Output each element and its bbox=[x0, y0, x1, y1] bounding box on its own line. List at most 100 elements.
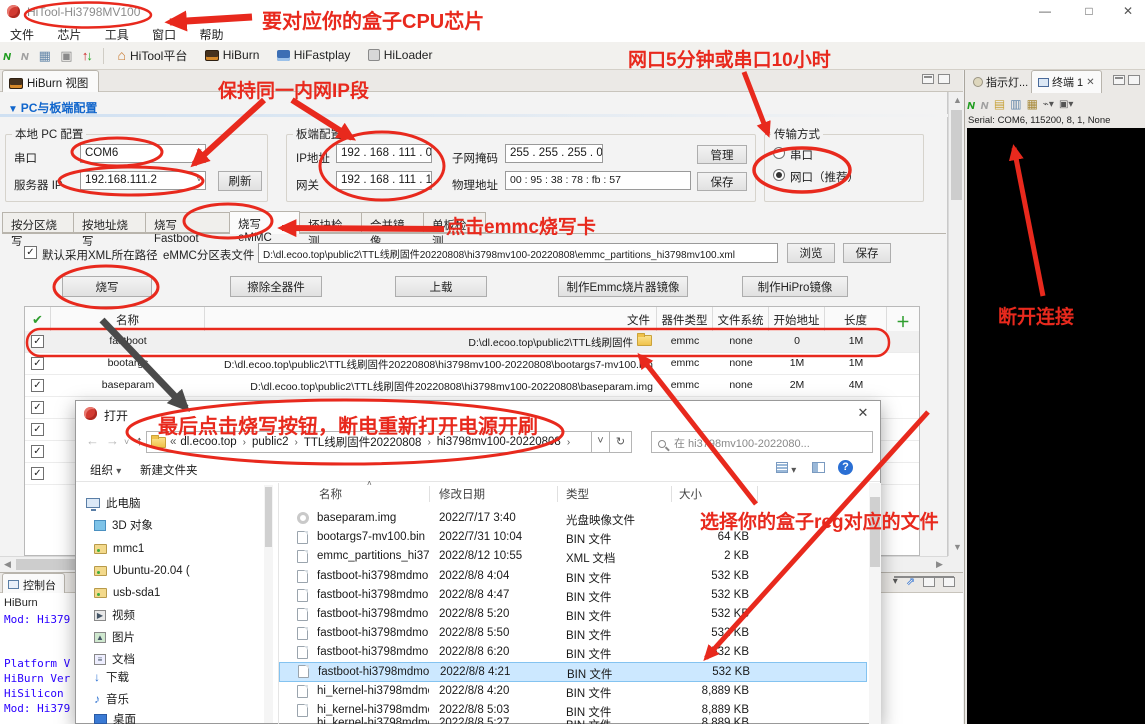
file-row[interactable]: fastboot-hi3798mdmo1d.bin2022/8/8 5:50BI… bbox=[279, 624, 867, 644]
col-length[interactable]: 长度 bbox=[825, 307, 887, 331]
transfer-icon[interactable]: ↑↓ bbox=[82, 48, 93, 63]
serial-port-select[interactable]: COM6 bbox=[80, 144, 206, 163]
sidebar-item-pictures[interactable]: ▲图片 bbox=[94, 627, 135, 647]
col-header-name[interactable]: 名称 bbox=[319, 486, 342, 502]
close-button[interactable]: ✕ bbox=[1111, 0, 1145, 24]
sidebar-item-desktop[interactable]: 桌面 bbox=[94, 709, 136, 724]
col-file[interactable]: 文件 bbox=[205, 307, 657, 331]
col-filesystem[interactable]: 文件系统 bbox=[713, 307, 769, 331]
upload-button[interactable]: 上载 bbox=[395, 276, 487, 297]
tab-terminal-1[interactable]: 终端 1 ✕ bbox=[1031, 70, 1102, 93]
make-emmc-image-button[interactable]: 制作Emmc烧片器镜像 bbox=[558, 276, 688, 297]
dialog-close-button[interactable]: ✕ bbox=[846, 401, 880, 427]
help-button[interactable]: ? bbox=[838, 460, 853, 475]
settings-icon[interactable]: ▤ bbox=[994, 97, 1005, 111]
board-config-icon[interactable]: ▦ bbox=[39, 48, 51, 64]
vertical-scrollbar[interactable]: ▲▼ bbox=[948, 92, 963, 556]
menu-window[interactable]: 窗口 bbox=[142, 24, 186, 43]
tab-burn-fastboot[interactable]: 烧写Fastboot bbox=[146, 212, 230, 233]
connect-terminal-icon[interactable]: ɴ bbox=[967, 97, 975, 112]
file-row[interactable]: emmc_partitions_hi3798mv100.xml2022/8/12… bbox=[279, 547, 867, 567]
make-hipro-image-button[interactable]: 制作HiPro镜像 bbox=[742, 276, 848, 297]
gateway-input[interactable]: 192 . 168 . 111 . 1 bbox=[336, 171, 432, 190]
sidebar-item-music[interactable]: ♪音乐 bbox=[94, 689, 129, 709]
col-header-size[interactable]: 大小 bbox=[679, 486, 702, 502]
hitool-platform-button[interactable]: ⌂HiTool平台 bbox=[118, 47, 188, 64]
crumb-item[interactable]: dl.ecoo.top bbox=[180, 436, 236, 448]
board-save-button[interactable]: 保存 bbox=[697, 172, 747, 191]
server-ip-select[interactable]: 192.168.111.2 bbox=[80, 171, 206, 190]
file-row[interactable]: fastboot-hi3798mdmo1f.bin2022/8/8 6:20BI… bbox=[279, 643, 867, 663]
file-row[interactable]: baseparam.img2022/7/17 3:40光盘映像文件 bbox=[279, 509, 867, 529]
menu-chip[interactable]: 芯片 bbox=[47, 24, 91, 43]
row-checkbox[interactable]: ✓ bbox=[31, 467, 44, 480]
sidebar-item-3d-objects[interactable]: 3D 对象 bbox=[94, 515, 153, 535]
hifastplay-button[interactable]: HiFastplay bbox=[277, 48, 351, 62]
new-terminal-icon[interactable]: ▣▾ bbox=[1059, 99, 1073, 110]
sidebar-item-ubuntu[interactable]: Ubuntu-20.04 ( bbox=[94, 561, 190, 581]
disconnect-icon[interactable]: ɴ bbox=[21, 48, 29, 63]
network-icon[interactable]: ▣ bbox=[60, 48, 72, 64]
file-row[interactable]: fastboot-hi3798mdmo1a.bin2022/8/8 4:04BI… bbox=[279, 567, 867, 587]
new-folder-button[interactable]: 新建文件夹 bbox=[140, 462, 198, 478]
crumb-item[interactable]: public2 bbox=[252, 436, 288, 448]
search-input[interactable]: 在 hi3798mv100-2022080... bbox=[651, 431, 873, 453]
file-list-scrollbar[interactable] bbox=[869, 483, 881, 724]
maximize-button[interactable]: □ bbox=[1072, 0, 1106, 24]
minimize-panel-icon[interactable] bbox=[1113, 75, 1125, 85]
table-row[interactable]: ✓ baseparam D:\dl.ecoo.top\public2\TTL线刷… bbox=[25, 375, 919, 397]
minimize-console-icon[interactable] bbox=[923, 577, 935, 587]
up-icon[interactable]: ↑ bbox=[136, 433, 143, 448]
file-row[interactable]: hi_kernel-hi3798mdmo1a.bin2022/8/8 4:20B… bbox=[279, 682, 867, 702]
forward-icon[interactable]: → bbox=[106, 433, 119, 448]
file-row[interactable]: bootargs7-mv100.bin2022/7/31 10:04BIN 文件… bbox=[279, 528, 867, 548]
col-device-type[interactable]: 器件类型 bbox=[657, 307, 713, 331]
back-icon[interactable]: ← bbox=[86, 433, 99, 448]
row-checkbox[interactable]: ✓ bbox=[31, 423, 44, 436]
col-header-date[interactable]: 修改日期 bbox=[439, 486, 485, 502]
refresh-button[interactable]: 刷新 bbox=[218, 171, 262, 191]
history-icon[interactable]: ˅ bbox=[124, 437, 129, 447]
maximize-view-icon[interactable] bbox=[938, 74, 950, 84]
network-radio[interactable] bbox=[773, 169, 785, 181]
crumb-item[interactable]: TTL线刷固件20220808 bbox=[304, 434, 422, 450]
browse-button[interactable]: 浏览 bbox=[787, 243, 835, 263]
tab-board-check[interactable]: 单板检测 bbox=[424, 212, 486, 233]
disconnect-terminal-icon[interactable]: ɴ bbox=[980, 97, 988, 112]
hiloader-button[interactable]: HiLoader bbox=[368, 48, 433, 62]
refresh-icon[interactable]: ↻ bbox=[610, 431, 632, 453]
maximize-panel-icon[interactable] bbox=[1128, 75, 1140, 85]
organize-button[interactable]: 组织 ▾ bbox=[90, 462, 121, 478]
sidebar-item-usb-sda1[interactable]: usb-sda1 bbox=[94, 583, 160, 603]
erase-all-button[interactable]: 擦除全器件 bbox=[230, 276, 322, 297]
row-checkbox[interactable]: ✓ bbox=[31, 379, 44, 392]
crumb-item[interactable]: hi3798mv100-20220808 bbox=[437, 436, 561, 448]
minimize-view-icon[interactable] bbox=[922, 74, 934, 84]
xml-save-button[interactable]: 保存 bbox=[843, 243, 891, 263]
menu-help[interactable]: 帮助 bbox=[189, 24, 233, 43]
file-row[interactable]: fastboot-hi3798mdmo1c.bin2022/8/8 5:20BI… bbox=[279, 605, 867, 625]
ip-input[interactable]: 192 . 168 . 111 . 0 bbox=[336, 144, 432, 163]
use-xml-path-checkbox[interactable]: ✓ bbox=[24, 246, 37, 259]
scroll-lock-icon[interactable]: ▥ bbox=[1010, 97, 1021, 111]
preview-pane-button[interactable] bbox=[812, 462, 825, 476]
tab-burn-emmc[interactable]: 烧写eMMC bbox=[230, 211, 300, 234]
hiburn-button[interactable]: HiBurn bbox=[205, 48, 260, 62]
tab-burn-by-partition[interactable]: 按分区烧写 bbox=[2, 212, 74, 233]
sidebar-scrollbar[interactable] bbox=[264, 485, 273, 723]
row-checkbox[interactable]: ✓ bbox=[31, 401, 44, 414]
tab-merge-image[interactable]: 合并镜像 bbox=[362, 212, 424, 233]
lock-icon[interactable]: ▦ bbox=[1027, 97, 1038, 111]
col-start-addr[interactable]: 开始地址 bbox=[769, 307, 825, 331]
tab-bad-block-check[interactable]: 坏块检测 bbox=[300, 212, 362, 233]
partition-table-path-input[interactable]: D:\dl.ecoo.top\public2\TTL线刷固件20220808\h… bbox=[258, 243, 778, 263]
sidebar-item-videos[interactable]: ▶视频 bbox=[94, 605, 135, 625]
browse-file-icon[interactable] bbox=[637, 335, 652, 346]
file-row-selected[interactable]: fastboot-hi3798mdmo1g.bin2022/8/8 4:21BI… bbox=[279, 662, 867, 682]
minimize-button[interactable]: — bbox=[1028, 0, 1062, 24]
serial-radio[interactable] bbox=[773, 147, 785, 159]
sidebar-item-mmc1[interactable]: mmc1 bbox=[94, 539, 144, 559]
address-dropdown-icon[interactable]: ˅ bbox=[592, 431, 610, 453]
table-row[interactable]: ✓ fastboot D:\dl.ecoo.top\public2\TTL线刷固… bbox=[25, 331, 919, 353]
tab-hiburn-view[interactable]: HiBurn 视图 bbox=[2, 70, 99, 92]
